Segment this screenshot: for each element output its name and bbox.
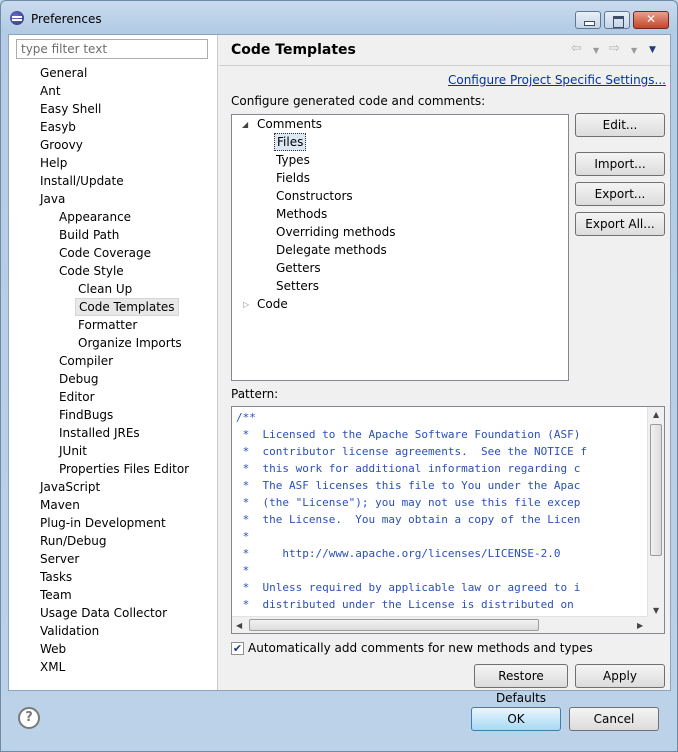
sidebar-item-appearance[interactable]: Appearance [56,208,134,226]
pattern-text[interactable]: /** * Licensed to the Apache Software Fo… [236,409,587,630]
description-label: Configure generated code and comments: [231,94,486,108]
sidebar-item-run-debug[interactable]: Run/Debug [37,532,110,550]
view-menu-icon[interactable]: ▼ [649,45,656,55]
back-arrow-icon[interactable]: ⇦ [571,41,582,56]
templates-tree[interactable]: ◢ Comments Files Types Fields Constructo… [231,114,569,381]
sidebar-item-tasks[interactable]: Tasks [37,568,75,586]
ok-button[interactable]: OK [471,707,561,731]
tree-item-types[interactable]: Types [276,151,310,169]
sidebar-item-debug[interactable]: Debug [56,370,101,388]
configure-project-link[interactable]: Configure Project Specific Settings... [448,73,666,87]
sidebar-item-code-templates[interactable]: Code Templates [75,298,179,316]
forward-history-icon[interactable]: ▼ [631,46,637,55]
sidebar-item-installed-jres[interactable]: Installed JREs [56,424,143,442]
preferences-window: Preferences General Ant Easy Shell Easyb… [0,0,678,752]
import-button[interactable]: Import... [575,152,665,176]
preference-tree-pane: General Ant Easy Shell Easyb Groovy Help… [9,35,218,690]
close-button[interactable] [633,11,669,29]
export-all-button[interactable]: Export All... [575,212,665,236]
tree-item-comments[interactable]: Comments [257,115,322,133]
sidebar-item-code-style[interactable]: Code Style [56,262,127,280]
sidebar-item-web[interactable]: Web [37,640,69,658]
apply-button[interactable]: Apply [575,664,665,688]
sidebar-item-validation[interactable]: Validation [37,622,102,640]
export-button[interactable]: Export... [575,182,665,206]
cancel-button[interactable]: Cancel [569,707,659,731]
tree-item-getters[interactable]: Getters [276,259,321,277]
sidebar-item-java[interactable]: Java [37,190,68,208]
sidebar-item-help[interactable]: Help [37,154,70,172]
horizontal-scroll-thumb[interactable] [249,619,539,631]
tree-item-constructors[interactable]: Constructors [276,187,353,205]
sidebar-item-organize-imports[interactable]: Organize Imports [75,334,185,352]
pattern-editor[interactable]: /** * Licensed to the Apache Software Fo… [231,406,665,634]
tree-item-overriding-methods[interactable]: Overriding methods [276,223,396,241]
scroll-right-icon[interactable]: ▶ [637,621,643,630]
sidebar-item-code-coverage[interactable]: Code Coverage [56,244,154,262]
minimize-button[interactable] [575,11,601,29]
preference-page: Code Templates ⇦ ▼ ⇨ ▼ ▼ Configure Proje… [219,35,670,705]
title-separator [219,65,670,66]
sidebar-item-junit[interactable]: JUnit [56,442,90,460]
sidebar-item-server[interactable]: Server [37,550,82,568]
expand-icon[interactable]: ▷ [243,300,249,309]
sidebar-item-properties-files-editor[interactable]: Properties Files Editor [56,460,192,478]
tree-item-methods[interactable]: Methods [276,205,327,223]
sidebar-item-team[interactable]: Team [37,586,75,604]
maximize-button[interactable] [604,11,630,29]
sidebar-item-xml[interactable]: XML [37,658,68,676]
sidebar-item-compiler[interactable]: Compiler [56,352,116,370]
page-title: Code Templates [231,42,356,58]
tree-item-files[interactable]: Files [274,133,307,151]
title-bar: Preferences [1,1,677,35]
sidebar-item-install-update[interactable]: Install/Update [37,172,127,190]
scroll-down-icon[interactable]: ▼ [653,606,659,615]
tree-item-fields[interactable]: Fields [276,169,310,187]
dialog-client-area: General Ant Easy Shell Easyb Groovy Help… [8,34,671,705]
page-navigation: ⇦ ▼ ⇨ ▼ ▼ [571,41,663,59]
tree-item-code[interactable]: Code [257,295,288,313]
edit-button[interactable]: Edit... [575,113,665,137]
sidebar-item-editor[interactable]: Editor [56,388,98,406]
tree-item-setters[interactable]: Setters [276,277,319,295]
window-title: Preferences [31,12,102,26]
vertical-scroll-thumb[interactable] [650,424,662,556]
pattern-vertical-scrollbar[interactable]: ▲ ▼ [647,407,664,618]
sidebar-item-easyb[interactable]: Easyb [37,118,79,136]
auto-comment-label: Automatically add comments for new metho… [248,641,593,655]
filter-input[interactable] [16,39,208,59]
pattern-label: Pattern: [231,387,279,401]
scroll-up-icon[interactable]: ▲ [653,410,659,419]
collapse-icon[interactable]: ◢ [242,120,248,129]
sidebar-item-build-path[interactable]: Build Path [56,226,122,244]
sidebar-item-clean-up[interactable]: Clean Up [75,280,135,298]
sidebar-item-easy-shell[interactable]: Easy Shell [37,100,104,118]
eclipse-icon [10,11,24,25]
sidebar-item-plug-in-development[interactable]: Plug-in Development [37,514,169,532]
pattern-horizontal-scrollbar[interactable]: ◀ ▶ [232,616,649,633]
scroll-corner [647,616,664,633]
sidebar-item-usage-data-collector[interactable]: Usage Data Collector [37,604,170,622]
sidebar-item-javascript[interactable]: JavaScript [37,478,103,496]
sidebar-item-formatter[interactable]: Formatter [75,316,140,334]
sidebar-item-findbugs[interactable]: FindBugs [56,406,116,424]
scroll-left-icon[interactable]: ◀ [236,621,242,630]
help-icon[interactable]: ? [18,707,40,729]
sidebar-item-maven[interactable]: Maven [37,496,83,514]
back-history-icon[interactable]: ▼ [593,46,599,55]
sidebar-item-ant[interactable]: Ant [37,82,64,100]
tree-item-delegate-methods[interactable]: Delegate methods [276,241,387,259]
restore-defaults-button[interactable]: Restore Defaults [474,664,568,705]
sidebar-item-general[interactable]: General [37,64,90,82]
auto-comment-checkbox[interactable]: ✔ [231,642,244,655]
sidebar-item-groovy[interactable]: Groovy [37,136,86,154]
forward-arrow-icon[interactable]: ⇨ [609,41,620,56]
